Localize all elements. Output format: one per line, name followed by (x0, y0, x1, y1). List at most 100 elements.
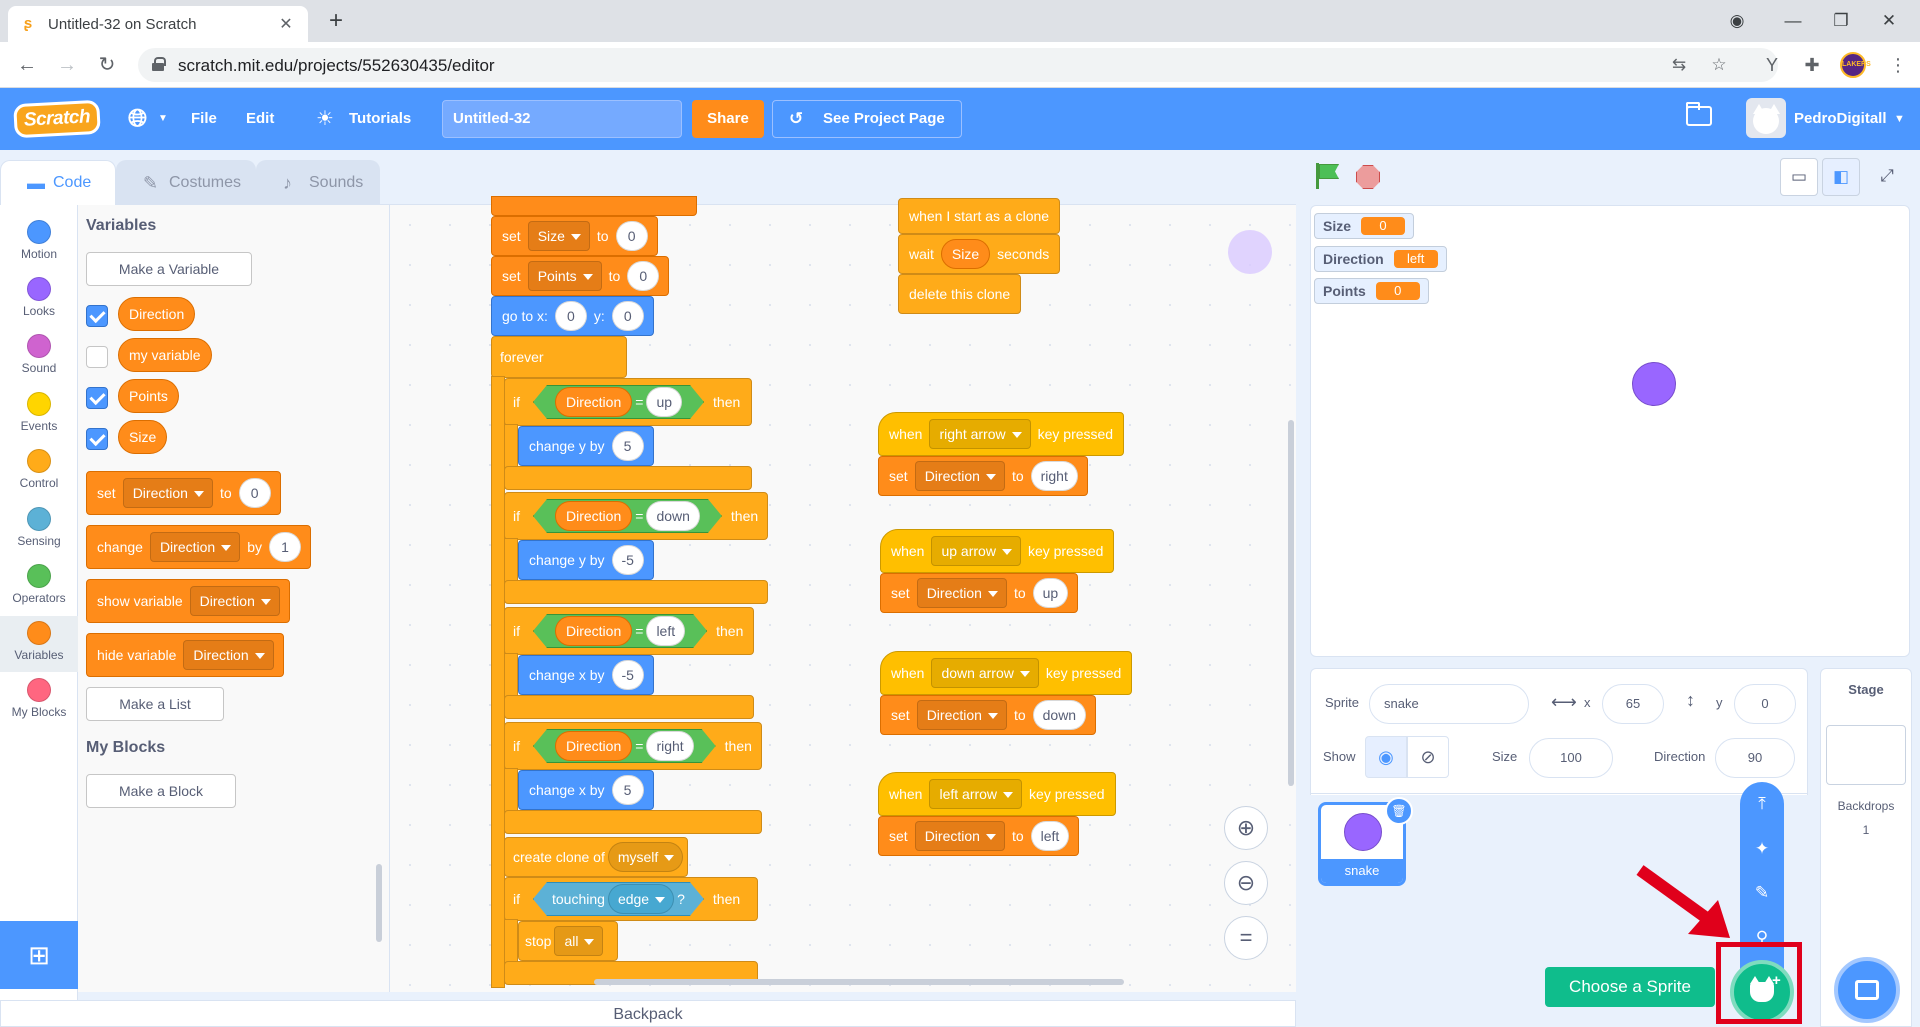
my-stuff-folder-icon[interactable] (1686, 102, 1712, 126)
hide-sprite-button[interactable]: ⊘ (1407, 736, 1449, 778)
when-left-arrow-hat[interactable]: when left arrow key pressed (878, 772, 1116, 816)
equals-operator-right[interactable]: Direction = right (533, 729, 716, 763)
scratch-logo[interactable]: Scratch (13, 99, 101, 139)
zoom-out-button[interactable]: ⊖ (1224, 861, 1268, 905)
file-menu[interactable]: File (191, 88, 217, 150)
when-down-arrow-hat[interactable]: when down arrow key pressed (880, 651, 1133, 695)
make-list-button[interactable]: Make a List (86, 687, 224, 721)
palette-hide-variable-block[interactable]: hide variable Direction (86, 633, 284, 677)
language-globe-icon[interactable]: 🌐︎ (128, 88, 147, 150)
when-up-arrow-hat[interactable]: when up arrow key pressed (880, 529, 1115, 573)
new-tab-icon[interactable]: + (322, 8, 350, 36)
forever-block-top[interactable]: forever (491, 336, 627, 378)
script-area-vertical-scrollbar[interactable] (1288, 420, 1294, 786)
if-up-block[interactable]: if Direction = up then (504, 378, 752, 426)
category-variables[interactable]: Variables (0, 616, 78, 672)
clone-target-dropdown[interactable]: myself (607, 842, 684, 872)
stop-all-block[interactable]: stop all (518, 921, 618, 961)
account-caret-icon[interactable]: ▼ (1894, 88, 1905, 150)
username[interactable]: PedroDigitall (1794, 88, 1887, 150)
extension-icon[interactable]: Y (1760, 53, 1784, 77)
translate-icon[interactable]: ⇆ (1668, 54, 1690, 76)
tutorials-button[interactable]: Tutorials (349, 88, 411, 150)
omnibox[interactable]: scratch.mit.edu/projects/552630435/edito… (138, 48, 1778, 82)
stop-sign-icon[interactable] (1356, 165, 1380, 189)
change-x-minus5-block[interactable]: change x by -5 (518, 655, 654, 695)
browser-profile-avatar[interactable]: LAKERS (1840, 52, 1871, 78)
upload-sprite-icon[interactable]: ⤒ (1740, 784, 1784, 824)
palette-set-variable-block[interactable]: set Direction to 0 (86, 471, 281, 515)
script-area-horizontal-scrollbar[interactable] (594, 979, 1124, 985)
change-x-5-block[interactable]: change x by 5 (518, 770, 654, 810)
profile-menu-icon[interactable]: ◉ (1714, 6, 1760, 36)
palette-show-variable-block[interactable]: show variable Direction (86, 579, 290, 623)
palette-change-variable-block[interactable]: change Direction by 1 (86, 525, 311, 569)
tab-code[interactable]: ▬ Code (0, 160, 116, 205)
edit-menu[interactable]: Edit (246, 88, 274, 150)
set-points-block[interactable]: set Points to 0 (491, 256, 670, 296)
variable-checkbox-points[interactable] (86, 387, 108, 409)
monitor-points[interactable]: Points 0 (1314, 278, 1429, 304)
set-direction-down-block[interactable]: set Direction to down (880, 695, 1097, 735)
direction-input[interactable]: 90 (1715, 738, 1795, 778)
show-sprite-button[interactable]: ◉ (1365, 736, 1407, 778)
y-input[interactable]: 0 (1734, 684, 1796, 724)
change-y-5-block[interactable]: change y by 5 (518, 426, 654, 466)
restore-icon[interactable]: ❐ (1818, 6, 1864, 36)
tab-sounds[interactable]: ♪ Sounds (256, 160, 380, 204)
category-events[interactable]: Events (0, 387, 78, 443)
category-looks[interactable]: Looks (0, 272, 78, 328)
green-flag-icon[interactable] (1314, 163, 1340, 189)
stage-thumbnail[interactable] (1826, 725, 1906, 785)
x-input[interactable]: 65 (1602, 684, 1664, 724)
monitor-size[interactable]: Size 0 (1314, 213, 1415, 239)
user-avatar[interactable] (1746, 98, 1786, 138)
category-control[interactable]: Control (0, 444, 78, 500)
category-my-blocks[interactable]: My Blocks (0, 673, 78, 729)
sprite-name-input[interactable]: snake (1369, 684, 1529, 724)
normal-stage-button[interactable]: ◧ (1822, 158, 1860, 196)
if-down-block[interactable]: if Direction = down then (504, 492, 768, 540)
share-button[interactable]: Share (692, 100, 764, 138)
surprise-sprite-icon[interactable]: ✦ (1740, 829, 1784, 869)
fullscreen-button[interactable]: ⤢ (1868, 158, 1906, 196)
variable-checkbox-size[interactable] (86, 428, 108, 450)
see-project-page-button[interactable]: ↺ See Project Page (772, 100, 962, 138)
category-operators[interactable]: Operators (0, 559, 78, 615)
puzzle-extensions-icon[interactable]: ✚ (1800, 53, 1824, 77)
variable-reporter-size[interactable]: Size (118, 420, 168, 454)
change-y-minus5-block[interactable]: change y by -5 (518, 540, 654, 580)
wait-size-seconds-block[interactable]: wait Size seconds (898, 234, 1061, 274)
category-sensing[interactable]: Sensing (0, 502, 78, 558)
make-block-button[interactable]: Make a Block (86, 774, 236, 808)
monitor-direction[interactable]: Direction left (1314, 246, 1447, 272)
category-sound[interactable]: Sound (0, 329, 78, 385)
when-right-arrow-hat[interactable]: when right arrow key pressed (878, 412, 1125, 456)
equals-operator-up[interactable]: Direction = up (533, 385, 704, 419)
create-clone-block[interactable]: create clone of myself (504, 837, 688, 877)
stage-canvas[interactable] (1310, 205, 1910, 657)
equals-operator-left[interactable]: Direction = left (533, 614, 707, 648)
if-touching-edge-block[interactable]: if touching edge? then (504, 877, 758, 921)
browser-menu-icon[interactable]: ⋮ (1886, 53, 1910, 77)
forward-icon[interactable]: → (52, 50, 82, 80)
when-start-as-clone-hat[interactable]: when I start as a clone (898, 198, 1061, 234)
paint-sprite-icon[interactable]: ✎ (1740, 873, 1784, 913)
browser-tab[interactable]: ʂ Untitled-32 on Scratch ✕ (8, 6, 308, 42)
tab-costumes[interactable]: ✎ Costumes (116, 160, 256, 204)
choose-backdrop-button[interactable] (1834, 957, 1900, 1023)
window-close-icon[interactable]: ✕ (1866, 6, 1912, 36)
minimize-icon[interactable]: — (1770, 6, 1816, 36)
zoom-in-button[interactable]: ⊕ (1224, 806, 1268, 850)
if-right-block[interactable]: if Direction = right then (504, 722, 762, 770)
tab-close-icon[interactable]: ✕ (276, 14, 296, 34)
zoom-reset-button[interactable]: = (1224, 916, 1268, 960)
add-extension-button[interactable]: ⊞ (0, 921, 78, 989)
variable-checkbox-my-variable[interactable] (86, 346, 108, 368)
cut-off-block[interactable] (491, 196, 697, 216)
variable-checkbox-direction[interactable] (86, 305, 108, 327)
size-input[interactable]: 100 (1529, 738, 1613, 778)
set-direction-left-block[interactable]: set Direction to left (878, 816, 1080, 856)
snake-sprite-on-stage[interactable] (1632, 362, 1676, 406)
variable-reporter-my-variable[interactable]: my variable (118, 338, 212, 372)
